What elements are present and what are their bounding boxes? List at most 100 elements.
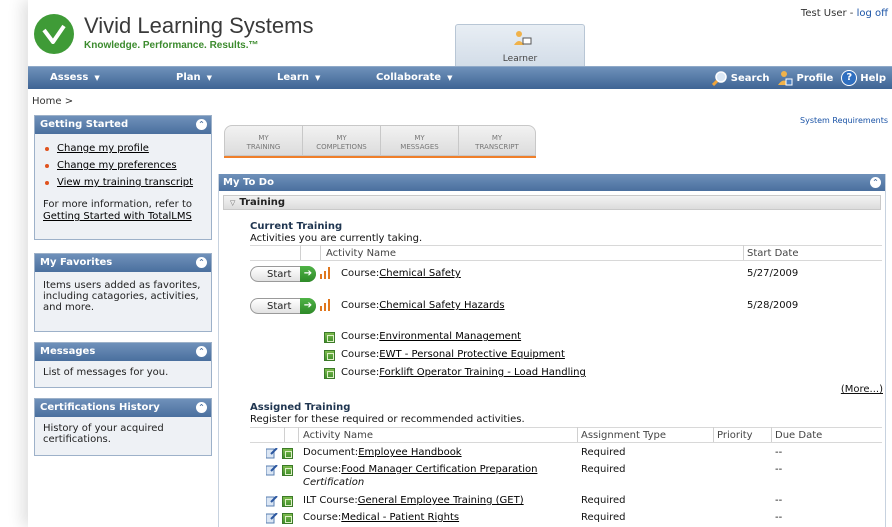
collapse-icon[interactable]: ⌃ — [196, 119, 207, 130]
tab-label: MY — [336, 134, 347, 142]
due-date: -- — [775, 512, 783, 523]
activity-link[interactable]: EWT - Personal Protective Equipment — [379, 349, 565, 360]
tab-my-messages[interactable]: MY MESSAGES — [380, 125, 458, 156]
help-icon: ? — [841, 70, 858, 86]
tab-my-transcript[interactable]: MY TRANSCRIPT — [458, 125, 536, 156]
profile-button[interactable]: Profile — [777, 70, 833, 86]
change-preferences-link[interactable]: Change my preferences — [57, 160, 177, 171]
col-priority[interactable]: Priority — [717, 430, 753, 441]
more-link[interactable]: (More...) — [841, 384, 883, 395]
view-transcript-link[interactable]: View my training transcript — [57, 177, 193, 188]
course-icon — [282, 513, 293, 524]
breadcrumb[interactable]: Home > — [32, 96, 73, 107]
activity-type: Course: — [341, 331, 380, 342]
tab-learner[interactable]: Learner — [455, 24, 585, 66]
course-icon — [324, 350, 335, 361]
due-date: -- — [775, 495, 783, 506]
nav-assess-label: Assess — [50, 72, 89, 83]
divider — [300, 245, 301, 260]
register-icon[interactable] — [266, 496, 278, 507]
activity-type: Course: — [341, 349, 380, 360]
tab-label: COMPLETIONS — [316, 143, 367, 151]
activity-link[interactable]: General Employee Training (GET) — [358, 495, 524, 506]
assigned-training-title: Assigned Training — [250, 402, 351, 413]
start-date: 5/28/2009 — [747, 300, 799, 311]
getting-started-totallms-link[interactable]: Getting Started with TotalLMS — [43, 211, 203, 223]
main-tabs: MY TRAINING MY COMPLETIONS MY MESSAGES MY TR… — [224, 125, 536, 158]
certifications-header: Certifications History ⌃ — [35, 399, 211, 417]
chevron-down-icon: ▼ — [206, 74, 213, 82]
nav-learn[interactable]: Learn ▼ — [277, 72, 320, 83]
col-activity-name[interactable]: Activity Name — [326, 248, 396, 259]
change-profile-link[interactable]: Change my profile — [57, 143, 149, 154]
course-icon — [282, 496, 293, 507]
triangle-down-icon: ▽ — [230, 199, 236, 207]
course-icon — [324, 332, 335, 343]
activity-type: Course: — [341, 367, 380, 378]
system-requirements-link[interactable]: System Requirements — [800, 116, 888, 125]
nav-collaborate[interactable]: Collaborate ▼ — [376, 72, 452, 83]
tab-label: TRANSCRIPT — [475, 143, 519, 151]
divider — [320, 245, 321, 260]
activity-link[interactable]: Environmental Management — [379, 331, 521, 342]
brand-tagline: Knowledge. Performance. Results.™ — [84, 40, 259, 51]
start-button[interactable]: Start ➔ — [250, 266, 316, 282]
table-row: Course:Medical - Patient Rights — [303, 512, 459, 523]
collapse-icon[interactable]: ⌃ — [870, 177, 881, 188]
activity-link[interactable]: Forklift Operator Training - Load Handli… — [379, 367, 586, 378]
current-training-title: Current Training — [250, 221, 343, 232]
col-assignment-type[interactable]: Assignment Type — [581, 430, 666, 441]
due-date: -- — [775, 447, 783, 458]
col-due-date[interactable]: Due Date — [775, 430, 822, 441]
register-icon[interactable] — [266, 448, 278, 459]
training-section-header[interactable]: ▽ Training — [223, 195, 881, 210]
logoff-link[interactable]: log off — [857, 8, 888, 19]
assignment-type: Required — [581, 464, 626, 475]
nav-plan-label: Plan — [176, 72, 201, 83]
col-activity-name[interactable]: Activity Name — [303, 430, 373, 441]
collapse-icon[interactable]: ⌃ — [196, 257, 207, 268]
messages-panel: Messages ⌃ List of messages for you. — [34, 342, 212, 388]
activity-link[interactable]: Chemical Safety Hazards — [379, 300, 504, 311]
table-row: Course:Forklift Operator Training - Load… — [341, 367, 586, 378]
activity-link[interactable]: Food Manager Certification Preparation — [341, 464, 537, 475]
tab-my-training[interactable]: MY TRAINING — [224, 125, 302, 156]
app-window: Vivid Learning Systems Knowledge. Perfor… — [28, 0, 892, 527]
course-icon — [282, 448, 293, 459]
course-icon — [282, 465, 293, 476]
getting-started-title: Getting Started — [40, 119, 129, 130]
divider — [713, 427, 714, 442]
activity-type: Course: — [303, 464, 342, 475]
user-info: Test User - log off — [801, 8, 888, 19]
activity-link[interactable]: Employee Handbook — [358, 447, 461, 458]
collapse-icon[interactable]: ⌃ — [196, 402, 207, 413]
help-button[interactable]: ? Help — [841, 70, 886, 86]
divider — [577, 427, 578, 442]
divider — [284, 427, 285, 442]
nav-collaborate-label: Collaborate — [376, 72, 442, 83]
header: Vivid Learning Systems Knowledge. Perfor… — [28, 0, 892, 66]
nav-plan[interactable]: Plan ▼ — [176, 72, 212, 83]
table-row: Course:Food Manager Certification Prepar… — [303, 464, 537, 475]
learner-icon — [514, 31, 532, 45]
tab-learner-label: Learner — [502, 54, 538, 64]
tab-my-completions[interactable]: MY COMPLETIONS — [302, 125, 380, 156]
activity-link[interactable]: Chemical Safety — [379, 268, 461, 279]
register-icon[interactable] — [266, 513, 278, 524]
list-item: Change my preferences — [43, 160, 203, 172]
start-button[interactable]: Start ➔ — [250, 298, 316, 314]
collapse-icon[interactable]: ⌃ — [196, 346, 207, 357]
col-start-date[interactable]: Start Date — [747, 248, 799, 259]
getting-started-panel: Getting Started ⌃ Change my profile Chan… — [34, 115, 212, 240]
brand-name: Vivid Learning Systems — [84, 13, 314, 38]
activity-link[interactable]: Medical - Patient Rights — [341, 512, 459, 523]
assigned-training-subtitle: Register for these required or recommend… — [250, 414, 525, 425]
certifications-panel: Certifications History ⌃ History of your… — [34, 398, 212, 456]
search-button[interactable]: Search — [711, 70, 769, 86]
chevron-down-icon: ▼ — [94, 74, 100, 82]
register-icon[interactable] — [266, 465, 278, 476]
start-date: 5/27/2009 — [747, 268, 799, 279]
nav-assess[interactable]: Assess ▼ — [50, 72, 100, 83]
search-icon — [711, 71, 727, 86]
current-training-subtitle: Activities you are currently taking. — [250, 233, 423, 244]
